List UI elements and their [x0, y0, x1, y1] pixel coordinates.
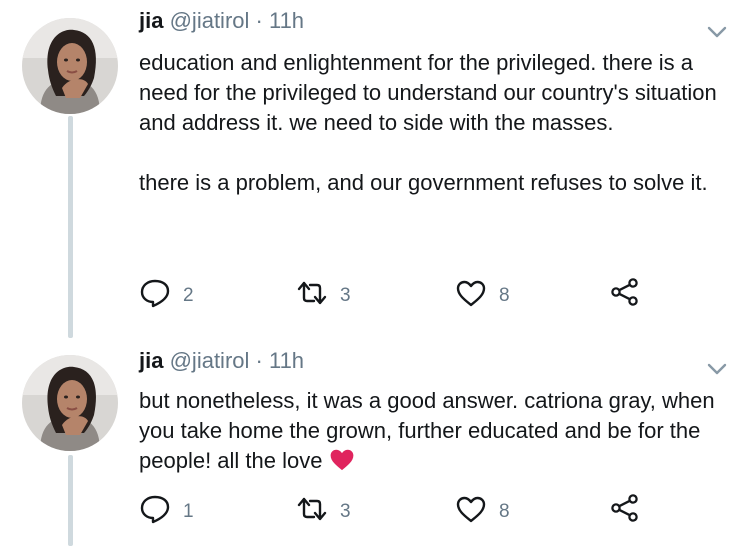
like-button[interactable]: 8: [455, 279, 510, 312]
separator-dot: ·: [255, 8, 263, 33]
tweet-paragraph: but nonetheless, it was a good answer. c…: [139, 386, 729, 479]
display-name[interactable]: jia: [139, 348, 163, 373]
timestamp[interactable]: 11h: [269, 348, 304, 373]
tweet-header: jia @jiatirol · 11h: [139, 348, 304, 374]
chevron-down-icon[interactable]: [704, 22, 730, 42]
reply-count: 2: [183, 284, 194, 306]
share-icon: [610, 493, 640, 528]
retweet-button[interactable]: 3: [296, 280, 351, 311]
tweet-actions: 1 3 8: [0, 492, 750, 526]
like-icon: [455, 495, 487, 528]
tweet-header: jia @jiatirol · 11h: [139, 8, 304, 34]
avatar-image: [22, 18, 118, 114]
tweet[interactable]: jia @jiatirol · 11h but nonetheless, it …: [0, 338, 750, 546]
retweet-button[interactable]: 3: [296, 496, 351, 527]
like-icon: [455, 279, 487, 312]
retweet-count: 3: [340, 500, 351, 522]
reply-button[interactable]: 1: [139, 494, 194, 529]
separator-dot: ·: [255, 348, 263, 373]
share-button[interactable]: [610, 277, 640, 312]
reply-icon: [139, 494, 171, 529]
reply-count: 1: [183, 500, 194, 522]
share-button[interactable]: [610, 493, 640, 528]
tweet-text: education and enlightenment for the priv…: [139, 48, 729, 198]
avatar[interactable]: [22, 18, 118, 114]
reply-icon: [139, 278, 171, 313]
tweet-paragraph-text: but nonetheless, it was a good answer. c…: [139, 388, 715, 473]
chevron-down-icon[interactable]: [704, 359, 730, 379]
user-handle[interactable]: @jiatirol: [170, 8, 250, 33]
avatar-image: [22, 355, 118, 451]
timestamp[interactable]: 11h: [269, 8, 304, 33]
user-handle[interactable]: @jiatirol: [170, 348, 250, 373]
like-button[interactable]: 8: [455, 495, 510, 528]
retweet-count: 3: [340, 284, 351, 306]
share-icon: [610, 277, 640, 312]
retweet-icon: [296, 280, 328, 311]
like-count: 8: [499, 284, 510, 306]
reply-button[interactable]: 2: [139, 278, 194, 313]
tweet-actions: 2 3 8: [0, 276, 750, 310]
like-count: 8: [499, 500, 510, 522]
retweet-icon: [296, 496, 328, 527]
red-heart-emoji: [329, 448, 355, 479]
tweet[interactable]: jia @jiatirol · 11h education and enligh…: [0, 0, 750, 338]
tweet-text: but nonetheless, it was a good answer. c…: [139, 386, 729, 479]
tweet-paragraph: there is a problem, and our government r…: [139, 170, 708, 195]
display-name[interactable]: jia: [139, 8, 163, 33]
tweet-paragraph: education and enlightenment for the priv…: [139, 50, 717, 135]
avatar[interactable]: [22, 355, 118, 451]
